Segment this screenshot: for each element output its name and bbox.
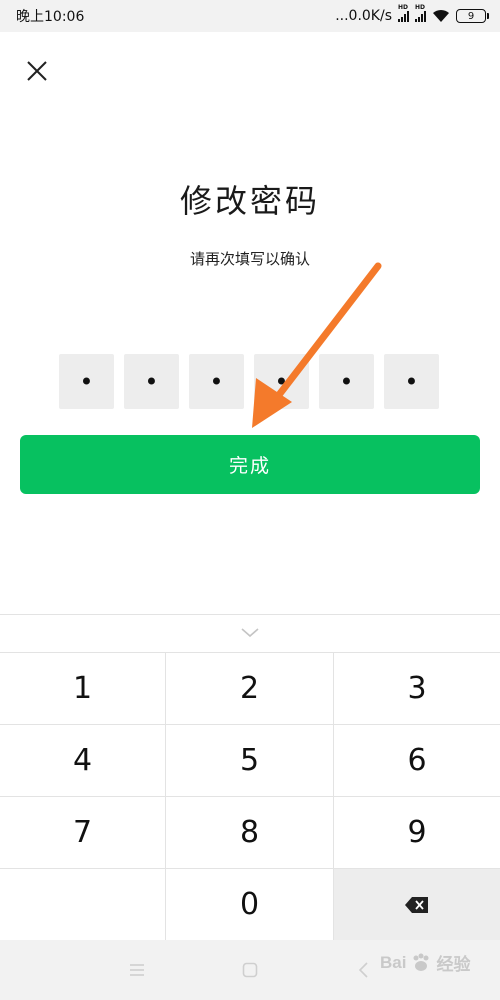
- key-2[interactable]: 2: [166, 653, 334, 725]
- page-title: 修改密码: [179, 182, 320, 220]
- wifi-icon: [432, 9, 450, 23]
- backspace-icon: [405, 896, 428, 913]
- key-6[interactable]: 6: [334, 725, 500, 797]
- chevron-down-icon: [241, 628, 259, 638]
- key-label: 9: [407, 815, 427, 850]
- key-3[interactable]: 3: [334, 653, 500, 725]
- key-label: 2: [239, 671, 260, 706]
- key-1[interactable]: 1: [0, 653, 166, 725]
- status-bar: 晚上10:06 ...0.0K/s HD HD 9: [0, 0, 500, 32]
- home-icon: [242, 962, 258, 978]
- key-0[interactable]: 0: [166, 869, 334, 941]
- back-button[interactable]: [349, 956, 377, 984]
- status-icons: ...0.0K/s HD HD 9: [335, 4, 489, 24]
- key-label: 3: [407, 671, 427, 706]
- pin-box: •: [189, 354, 244, 409]
- baidu-watermark: Bai 经验: [380, 950, 470, 975]
- key-7[interactable]: 7: [0, 797, 166, 869]
- key-8[interactable]: 8: [166, 797, 334, 869]
- key-label: 5: [239, 743, 260, 778]
- done-button-label: 完成: [228, 455, 271, 477]
- battery-level: 9: [467, 10, 475, 22]
- network-speed: ...0.0K/s: [335, 8, 392, 24]
- watermark-suffix: 经验: [436, 955, 471, 974]
- status-time: 晚上10:06: [16, 9, 85, 25]
- pin-box: •: [384, 354, 439, 409]
- key-label: 1: [72, 671, 93, 706]
- key-label: 4: [72, 743, 93, 778]
- page-subtitle: 请再次填写以确认: [189, 250, 310, 268]
- battery-icon: 9: [456, 9, 489, 23]
- key-label: 8: [239, 815, 260, 850]
- numeric-keypad: 1 2 3 4 5 6 7 8 9 0: [0, 652, 500, 941]
- menu-button[interactable]: [123, 956, 151, 984]
- key-label: 0: [239, 887, 260, 922]
- pin-input[interactable]: • • • • • •: [59, 354, 439, 409]
- key-label: 6: [407, 743, 427, 778]
- signal-icon-2: HD: [415, 4, 426, 22]
- empty-key: [0, 869, 166, 941]
- key-label: 7: [72, 815, 93, 850]
- key-4[interactable]: 4: [0, 725, 166, 797]
- key-9[interactable]: 9: [334, 797, 500, 869]
- home-button[interactable]: [236, 956, 264, 984]
- menu-icon: [129, 964, 144, 976]
- pin-box: •: [59, 354, 114, 409]
- pin-box: •: [319, 354, 374, 409]
- backspace-key[interactable]: [334, 869, 500, 941]
- watermark-brand: Bai: [380, 952, 407, 972]
- close-button[interactable]: [20, 54, 54, 88]
- pin-box: •: [254, 354, 309, 409]
- done-button[interactable]: 完成: [20, 435, 480, 494]
- close-icon: [27, 61, 47, 81]
- signal-icon: HD: [398, 4, 409, 22]
- pin-box: •: [124, 354, 179, 409]
- keyboard-collapse-button[interactable]: [236, 622, 264, 644]
- back-icon: [359, 962, 368, 978]
- keyboard-divider: [0, 614, 500, 615]
- paw-icon: [413, 953, 429, 971]
- key-5[interactable]: 5: [166, 725, 334, 797]
